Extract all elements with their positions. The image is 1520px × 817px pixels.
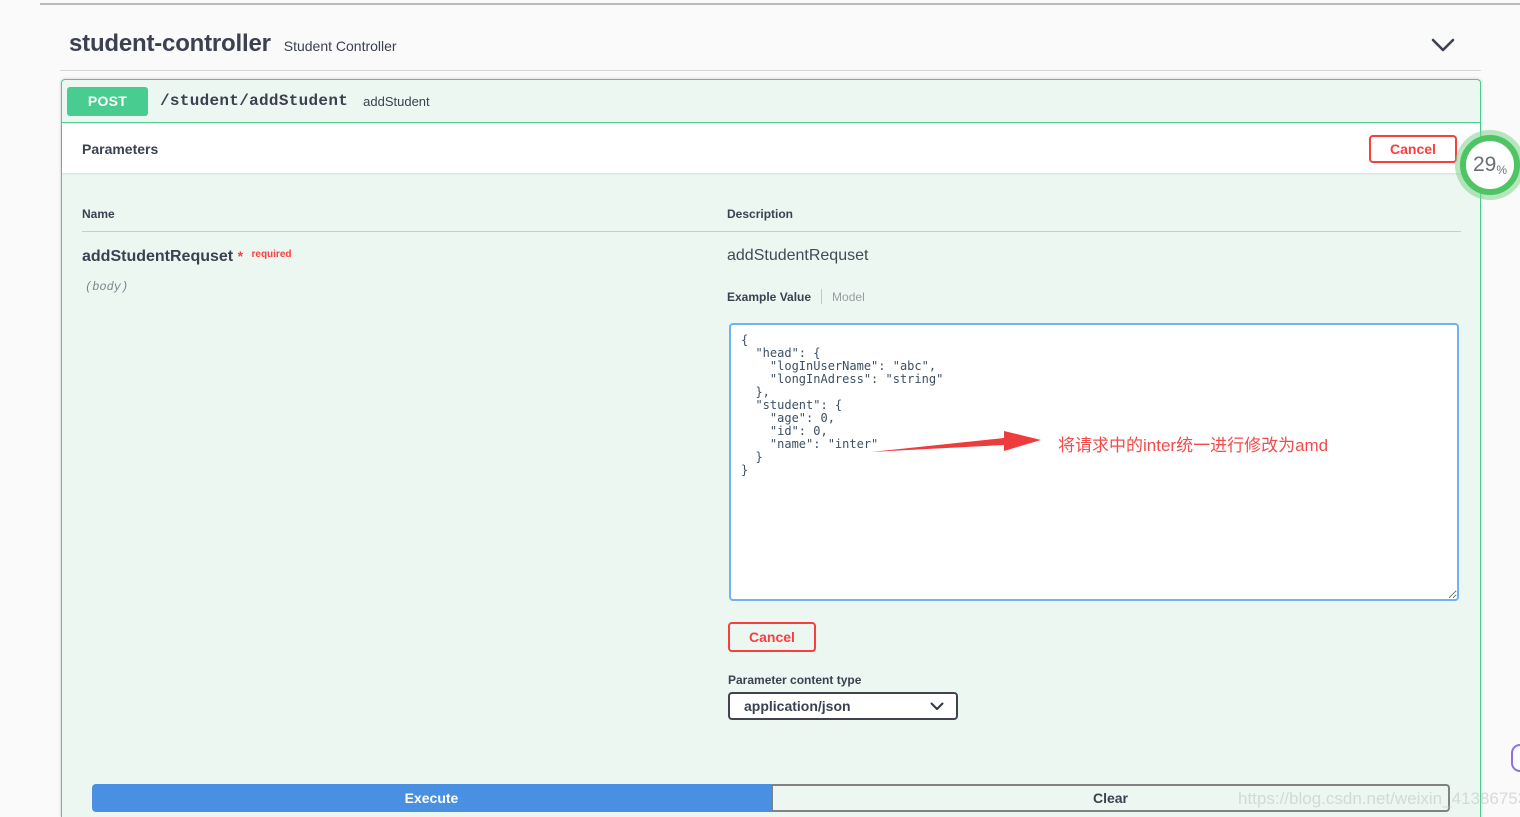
column-header-description: Description [727, 207, 793, 221]
table-header-divider [82, 231, 1461, 232]
controller-subtitle: Student Controller [284, 38, 397, 54]
method-badge: POST [67, 87, 148, 116]
top-divider [40, 3, 1520, 5]
endpoint-summary: addStudent [363, 94, 430, 109]
cancel-try-out-button[interactable]: Cancel [1369, 135, 1457, 163]
request-body-textarea[interactable]: { "head": { "logInUserName": "abc", "lon… [729, 323, 1459, 601]
chevron-down-icon[interactable] [1430, 36, 1456, 54]
opblock-post-panel: POST /student/addStudent addStudent Para… [61, 79, 1481, 817]
parameter-name-text: addStudentRequset [82, 248, 233, 265]
parameters-header-bar: Parameters Cancel [62, 124, 1480, 173]
tab-example-value[interactable]: Example Value [727, 290, 811, 304]
content-type-label: Parameter content type [728, 673, 861, 687]
content-type-select[interactable]: application/json [728, 692, 958, 720]
content-type-selected-value: application/json [744, 698, 851, 714]
parameter-description-title: addStudentRequset [727, 247, 868, 265]
section-divider [60, 70, 1481, 71]
progress-unit: % [1496, 163, 1507, 177]
clear-button[interactable]: Clear [771, 784, 1450, 812]
cancel-body-button[interactable]: Cancel [728, 622, 816, 652]
progress-value: 29 [1473, 153, 1496, 177]
parameters-title: Parameters [82, 141, 158, 157]
chevron-down-icon [930, 702, 944, 711]
parameter-name: addStudentRequset * required [82, 248, 292, 266]
parameter-location: (body) [85, 280, 128, 294]
controller-title: student-controller [69, 30, 271, 58]
example-model-tabs: Example Value Model [727, 289, 865, 304]
column-header-name: Name [82, 207, 115, 221]
floating-widget-fragment[interactable] [1511, 744, 1520, 772]
tab-model[interactable]: Model [832, 290, 865, 304]
required-asterisk: * [238, 248, 243, 264]
execute-button[interactable]: Execute [92, 784, 771, 812]
required-label: required [251, 249, 291, 260]
controller-header[interactable]: student-controller Student Controller [69, 30, 397, 58]
endpoint-summary-row[interactable]: POST /student/addStudent addStudent [62, 80, 1480, 123]
tab-separator [821, 289, 822, 304]
recorder-progress-badge: 29 % [1460, 135, 1520, 195]
endpoint-path: /student/addStudent [160, 92, 348, 110]
